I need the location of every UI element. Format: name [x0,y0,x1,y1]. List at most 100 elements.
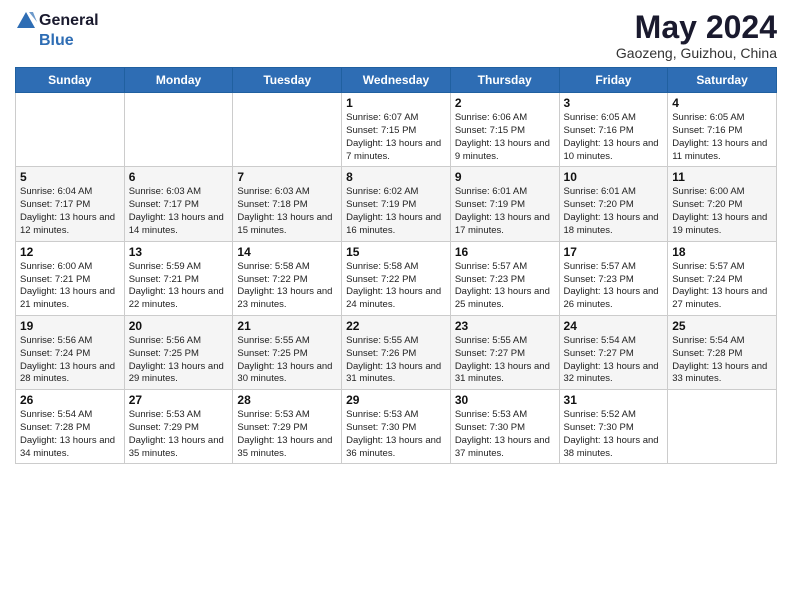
day-info: Sunrise: 5:57 AM Sunset: 7:23 PM Dayligh… [564,261,664,312]
day-number: 12 [20,245,120,259]
col-tuesday: Tuesday [233,68,342,93]
day-info: Sunrise: 5:55 AM Sunset: 7:27 PM Dayligh… [455,335,555,386]
calendar-header-row: Sunday Monday Tuesday Wednesday Thursday… [16,68,777,93]
day-info: Sunrise: 6:01 AM Sunset: 7:19 PM Dayligh… [455,186,555,237]
day-info: Sunrise: 6:06 AM Sunset: 7:15 PM Dayligh… [455,112,555,163]
day-info: Sunrise: 5:58 AM Sunset: 7:22 PM Dayligh… [237,261,337,312]
header: General Blue May 2024 Gaozeng, Guizhou, … [15,10,777,61]
table-row: 26 Sunrise: 5:54 AM Sunset: 7:28 PM Dayli… [16,390,125,464]
day-number: 29 [346,393,446,407]
title-block: May 2024 Gaozeng, Guizhou, China [616,10,777,61]
day-number: 30 [455,393,555,407]
day-info: Sunrise: 6:02 AM Sunset: 7:19 PM Dayligh… [346,186,446,237]
day-number: 11 [672,170,772,184]
day-number: 10 [564,170,664,184]
day-info: Sunrise: 5:57 AM Sunset: 7:24 PM Dayligh… [672,261,772,312]
day-number: 13 [129,245,229,259]
day-info: Sunrise: 5:55 AM Sunset: 7:25 PM Dayligh… [237,335,337,386]
day-info: Sunrise: 6:01 AM Sunset: 7:20 PM Dayligh… [564,186,664,237]
day-info: Sunrise: 6:03 AM Sunset: 7:18 PM Dayligh… [237,186,337,237]
table-row [668,390,777,464]
table-row: 28 Sunrise: 5:53 AM Sunset: 7:29 PM Dayli… [233,390,342,464]
table-row: 1 Sunrise: 6:07 AM Sunset: 7:15 PM Daylig… [342,93,451,167]
logo: General Blue [15,10,99,50]
day-info: Sunrise: 6:03 AM Sunset: 7:17 PM Dayligh… [129,186,229,237]
table-row: 22 Sunrise: 5:55 AM Sunset: 7:26 PM Dayli… [342,315,451,389]
table-row: 6 Sunrise: 6:03 AM Sunset: 7:17 PM Daylig… [124,167,233,241]
day-number: 20 [129,319,229,333]
table-row [16,93,125,167]
day-number: 4 [672,96,772,110]
page: General Blue May 2024 Gaozeng, Guizhou, … [0,0,792,612]
table-row: 19 Sunrise: 5:56 AM Sunset: 7:24 PM Dayli… [16,315,125,389]
table-row: 18 Sunrise: 5:57 AM Sunset: 7:24 PM Dayli… [668,241,777,315]
table-row: 30 Sunrise: 5:53 AM Sunset: 7:30 PM Dayli… [450,390,559,464]
table-row: 10 Sunrise: 6:01 AM Sunset: 7:20 PM Dayli… [559,167,668,241]
table-row: 17Sunrise: 5:57 AM Sunset: 7:23 PM Dayli… [559,241,668,315]
day-number: 26 [20,393,120,407]
day-info: Sunrise: 6:00 AM Sunset: 7:20 PM Dayligh… [672,186,772,237]
table-row: 24 Sunrise: 5:54 AM Sunset: 7:27 PM Dayli… [559,315,668,389]
col-thursday: Thursday [450,68,559,93]
table-row: 21 Sunrise: 5:55 AM Sunset: 7:25 PM Dayli… [233,315,342,389]
day-number: 16 [455,245,555,259]
day-info: Sunrise: 5:58 AM Sunset: 7:22 PM Dayligh… [346,261,446,312]
col-saturday: Saturday [668,68,777,93]
table-row: 3Sunrise: 6:05 AM Sunset: 7:16 PM Daylig… [559,93,668,167]
day-number: 7 [237,170,337,184]
day-number: 27 [129,393,229,407]
day-number: 28 [237,393,337,407]
col-friday: Friday [559,68,668,93]
day-number: 31 [564,393,664,407]
table-row: 15 Sunrise: 5:58 AM Sunset: 7:22 PM Dayli… [342,241,451,315]
table-row: 7 Sunrise: 6:03 AM Sunset: 7:18 PM Daylig… [233,167,342,241]
table-row: 13 Sunrise: 5:59 AM Sunset: 7:21 PM Dayli… [124,241,233,315]
day-info: Sunrise: 5:56 AM Sunset: 7:24 PM Dayligh… [20,335,120,386]
table-row: 11 Sunrise: 6:00 AM Sunset: 7:20 PM Dayli… [668,167,777,241]
day-number: 5 [20,170,120,184]
logo-blue-text: Blue [39,32,99,50]
day-info: Sunrise: 5:59 AM Sunset: 7:21 PM Dayligh… [129,261,229,312]
day-info: Sunrise: 5:53 AM Sunset: 7:29 PM Dayligh… [237,409,337,460]
logo-triangle-icon [15,10,37,32]
col-wednesday: Wednesday [342,68,451,93]
day-number: 18 [672,245,772,259]
table-row: 5 Sunrise: 6:04 AM Sunset: 7:17 PM Daylig… [16,167,125,241]
day-info: Sunrise: 6:07 AM Sunset: 7:15 PM Dayligh… [346,112,446,163]
day-info: Sunrise: 5:54 AM Sunset: 7:28 PM Dayligh… [20,409,120,460]
day-info: Sunrise: 6:05 AM Sunset: 7:16 PM Dayligh… [672,112,772,163]
month-title: May 2024 [616,10,777,45]
table-row: 14Sunrise: 5:58 AM Sunset: 7:22 PM Dayli… [233,241,342,315]
day-info: Sunrise: 5:56 AM Sunset: 7:25 PM Dayligh… [129,335,229,386]
day-number: 24 [564,319,664,333]
day-info: Sunrise: 5:55 AM Sunset: 7:26 PM Dayligh… [346,335,446,386]
table-row: 8Sunrise: 6:02 AM Sunset: 7:19 PM Daylig… [342,167,451,241]
calendar-week-row: 1 Sunrise: 6:07 AM Sunset: 7:15 PM Daylig… [16,93,777,167]
table-row: 31 Sunrise: 5:52 AM Sunset: 7:30 PM Dayli… [559,390,668,464]
day-info: Sunrise: 5:52 AM Sunset: 7:30 PM Dayligh… [564,409,664,460]
table-row: 9 Sunrise: 6:01 AM Sunset: 7:19 PM Daylig… [450,167,559,241]
day-number: 19 [20,319,120,333]
table-row: 16Sunrise: 5:57 AM Sunset: 7:23 PM Dayli… [450,241,559,315]
day-number: 1 [346,96,446,110]
table-row: 4 Sunrise: 6:05 AM Sunset: 7:16 PM Daylig… [668,93,777,167]
table-row: 12Sunrise: 6:00 AM Sunset: 7:21 PM Dayli… [16,241,125,315]
day-number: 9 [455,170,555,184]
day-info: Sunrise: 5:54 AM Sunset: 7:27 PM Dayligh… [564,335,664,386]
day-number: 21 [237,319,337,333]
table-row [233,93,342,167]
day-number: 15 [346,245,446,259]
day-info: Sunrise: 6:04 AM Sunset: 7:17 PM Dayligh… [20,186,120,237]
col-sunday: Sunday [16,68,125,93]
day-number: 3 [564,96,664,110]
day-info: Sunrise: 5:54 AM Sunset: 7:28 PM Dayligh… [672,335,772,386]
day-number: 6 [129,170,229,184]
day-info: Sunrise: 5:53 AM Sunset: 7:30 PM Dayligh… [455,409,555,460]
table-row: 25Sunrise: 5:54 AM Sunset: 7:28 PM Dayli… [668,315,777,389]
calendar-week-row: 19 Sunrise: 5:56 AM Sunset: 7:24 PM Dayli… [16,315,777,389]
table-row: 2Sunrise: 6:06 AM Sunset: 7:15 PM Daylig… [450,93,559,167]
table-row: 23Sunrise: 5:55 AM Sunset: 7:27 PM Dayli… [450,315,559,389]
day-info: Sunrise: 5:53 AM Sunset: 7:29 PM Dayligh… [129,409,229,460]
day-number: 22 [346,319,446,333]
table-row [124,93,233,167]
